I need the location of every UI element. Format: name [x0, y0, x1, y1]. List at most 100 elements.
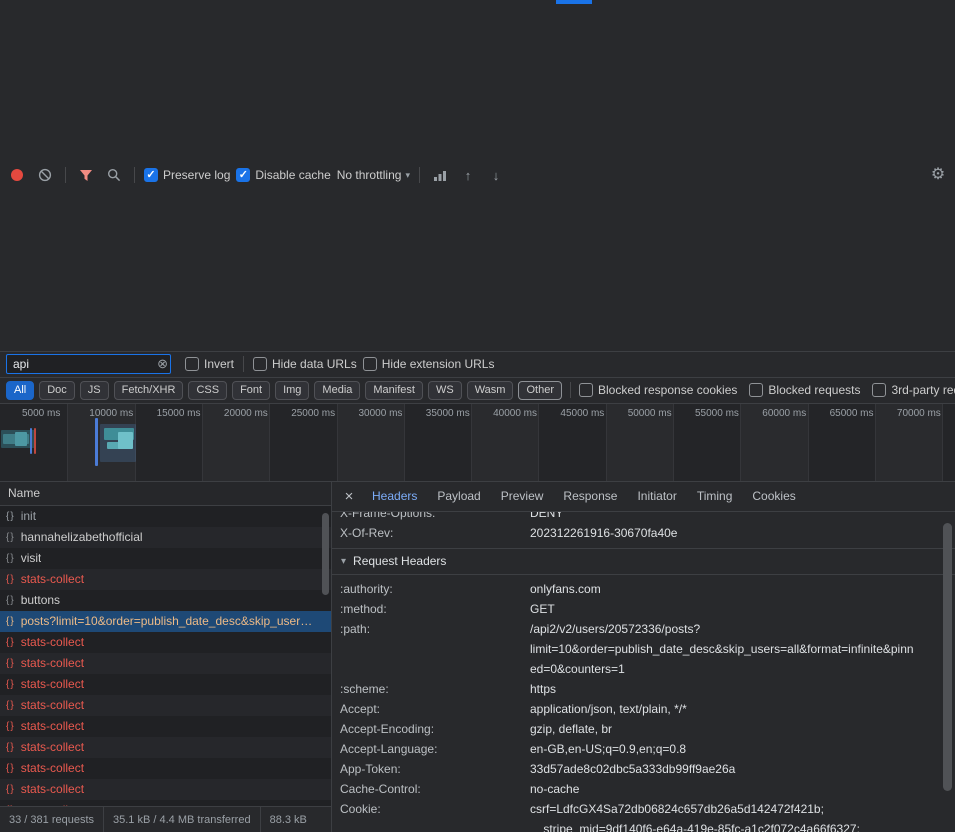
overview-tick-label: 25000 ms — [291, 408, 335, 419]
request-headers-section-toggle[interactable]: ▾Request Headers — [332, 548, 955, 575]
search-button[interactable] — [103, 164, 125, 186]
network-conditions-button[interactable] — [429, 164, 451, 186]
type-filter-img[interactable]: Img — [275, 381, 309, 400]
import-har-button[interactable]: ↑ — [457, 164, 479, 186]
preserve-log-toggle[interactable]: ✓ Preserve log — [144, 168, 230, 182]
throttling-select[interactable]: No throttling ▾ — [337, 168, 410, 182]
scrollbar-thumb[interactable] — [943, 523, 952, 791]
tab-cookies[interactable]: Cookies — [742, 482, 805, 511]
hide-extension-urls-checkbox[interactable]: ✓ — [363, 357, 377, 371]
request-row[interactable]: {}posts?limit=10&order=publish_date_desc… — [0, 611, 331, 632]
type-filter-wasm[interactable]: Wasm — [467, 381, 514, 400]
disable-cache-checkbox[interactable]: ✓ — [236, 168, 250, 182]
type-filter-media[interactable]: Media — [314, 381, 360, 400]
invert-checkbox[interactable]: ✓ — [185, 357, 199, 371]
settings-button[interactable]: ⚙ — [927, 164, 949, 186]
throttling-value: No throttling — [337, 168, 402, 182]
request-row[interactable]: {}buttons — [0, 590, 331, 611]
fetch-brace-icon: {} — [6, 679, 15, 690]
search-icon — [107, 168, 121, 182]
tab-initiator[interactable]: Initiator — [627, 482, 686, 511]
detail-tabs: HeadersPayloadPreviewResponseInitiatorTi… — [362, 482, 806, 511]
tab-headers[interactable]: Headers — [362, 482, 427, 511]
fetch-brace-icon: {} — [6, 721, 15, 732]
filter-blocked-requests[interactable]: ✓ Blocked requests — [749, 383, 860, 397]
invert-toggle[interactable]: ✓ Invert — [185, 357, 234, 371]
hide-data-urls-checkbox[interactable]: ✓ — [253, 357, 267, 371]
request-name: stats-collect — [21, 719, 84, 733]
filter-blocked-response-cookies[interactable]: ✓Blocked response cookies — [579, 383, 737, 397]
header-row: App-Token:33d57ade8c02dbc5a333db99ff9ae2… — [340, 759, 955, 779]
filter-toolbar: ⊗ ✓ Invert ✓ Hide data URLs ✓ Hide exten… — [0, 352, 955, 378]
overview-gridline — [740, 404, 741, 481]
filter-button[interactable] — [75, 164, 97, 186]
type-filter-js[interactable]: JS — [80, 381, 109, 400]
header-name: :method: — [340, 599, 530, 619]
disable-cache-label: Disable cache — [255, 168, 330, 182]
hide-data-urls-label: Hide data URLs — [272, 357, 357, 371]
request-row[interactable]: {}stats-collect — [0, 758, 331, 779]
request-row[interactable]: {} stats-collect — [0, 716, 331, 737]
timeline-overview[interactable]: 5000 ms10000 ms15000 ms20000 ms25000 ms3… — [0, 404, 955, 482]
request-name: stats-collect — [21, 572, 84, 586]
request-row[interactable]: {}stats-collect — [0, 653, 331, 674]
toolbar-divider — [419, 167, 420, 183]
network-main: Name {}init{}hannahelizabethofficial{}vi… — [0, 482, 955, 832]
scrollbar-thumb[interactable] — [322, 513, 329, 595]
preserve-log-checkbox[interactable]: ✓ — [144, 168, 158, 182]
header-value: en-GB,en-US;q=0.9,en;q=0.8 — [530, 739, 955, 759]
overview-activity-bar — [118, 432, 133, 449]
type-filter-manifest[interactable]: Manifest — [365, 381, 423, 400]
request-row[interactable]: {}init — [0, 506, 331, 527]
request-row[interactable]: {}stats-collect — [0, 632, 331, 653]
tab-response[interactable]: Response — [553, 482, 627, 511]
record-button[interactable] — [6, 164, 28, 186]
overview-tick-label: 15000 ms — [157, 408, 201, 419]
filter-3rd-party-requests[interactable]: ✓3rd-party requests — [872, 383, 955, 397]
tab-preview[interactable]: Preview — [491, 482, 554, 511]
overview-activity-bar — [34, 428, 36, 454]
request-row[interactable]: {}visit — [0, 548, 331, 569]
disable-cache-toggle[interactable]: ✓ Disable cache — [236, 168, 330, 182]
header-name: Cache-Control: — [340, 779, 530, 799]
request-row[interactable]: {}stats-collect — [0, 674, 331, 695]
filter-label: Blocked requests — [768, 383, 860, 397]
type-filter-fetch-xhr[interactable]: Fetch/XHR — [114, 381, 184, 400]
hide-data-urls-toggle[interactable]: ✓ Hide data URLs — [253, 357, 357, 371]
request-name: buttons — [21, 593, 60, 607]
type-filter-ws[interactable]: WS — [428, 381, 462, 400]
tab-timing[interactable]: Timing — [687, 482, 743, 511]
request-row[interactable]: {}stats-collect — [0, 737, 331, 758]
type-filter-other[interactable]: Other — [518, 381, 562, 400]
tab-payload[interactable]: Payload — [427, 482, 490, 511]
blocked-requests-checkbox[interactable]: ✓ — [749, 383, 763, 397]
close-details-button[interactable]: × — [336, 482, 362, 511]
settings-gear-icon: ⚙ — [931, 167, 945, 183]
header-name: Accept-Encoding: — [340, 719, 530, 739]
request-list-scrollbar[interactable] — [320, 507, 331, 807]
header-row: Accept:application/json, text/plain, */* — [340, 699, 955, 719]
type-filter-all[interactable]: All — [6, 381, 34, 400]
request-row[interactable]: {}hannahelizabethofficial — [0, 527, 331, 548]
name-column-header[interactable]: Name — [0, 482, 331, 506]
export-har-button[interactable]: ↓ — [485, 164, 507, 186]
3rd-party-requests-checkbox[interactable]: ✓ — [872, 383, 886, 397]
request-row[interactable]: {}stats-collect — [0, 569, 331, 590]
overview-tick-label: 40000 ms — [493, 408, 537, 419]
type-filter-css[interactable]: CSS — [188, 381, 227, 400]
header-value: 202312261916-30670fa40e — [530, 523, 955, 543]
request-name: init — [21, 509, 36, 523]
clear-log-button[interactable] — [34, 164, 56, 186]
request-row[interactable]: {}stats-collect — [0, 695, 331, 716]
request-name: stats-collect — [21, 656, 84, 670]
type-filter-doc[interactable]: Doc — [39, 381, 75, 400]
blocked-response-cookies-checkbox[interactable]: ✓ — [579, 383, 593, 397]
request-row[interactable]: {}stats-collect — [0, 779, 331, 800]
header-name: Accept-Language: — [340, 739, 530, 759]
overview-gridline — [471, 404, 472, 481]
filter-input[interactable] — [6, 354, 171, 374]
type-filter-font[interactable]: Font — [232, 381, 270, 400]
details-scrollbar[interactable] — [941, 513, 954, 832]
hide-extension-urls-toggle[interactable]: ✓ Hide extension URLs — [363, 357, 495, 371]
clear-filter-icon[interactable]: ⊗ — [157, 357, 168, 370]
